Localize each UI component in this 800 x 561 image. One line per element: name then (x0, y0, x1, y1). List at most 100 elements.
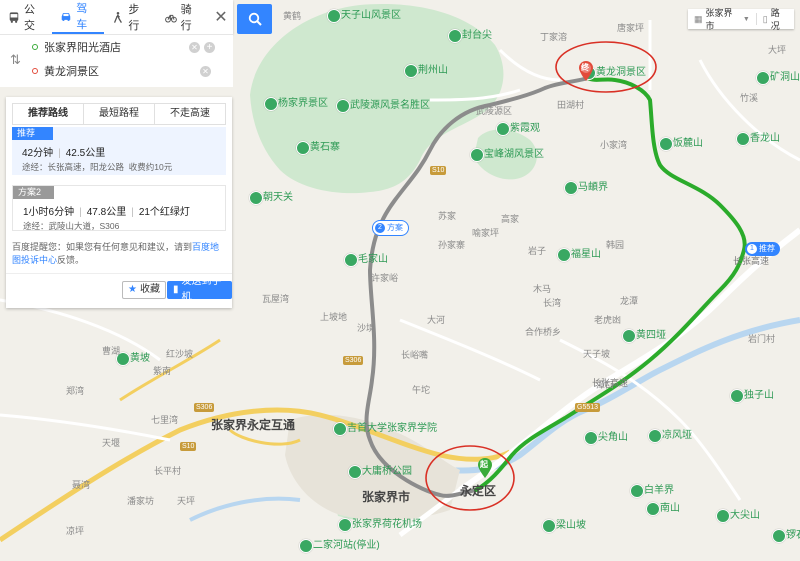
plan-2-card[interactable]: 方案2 1小时6分钟 | 47.8公里 | 21个红绿灯 途经：武陵山大道，S306 (12, 185, 226, 231)
poi-label[interactable]: 黄坡 (130, 353, 150, 364)
end-marker-icon[interactable]: 终 (578, 60, 594, 82)
poi-label[interactable]: 荆州山 (418, 65, 448, 76)
favorite-button[interactable]: ★ 收藏 (122, 281, 166, 299)
start-marker-icon[interactable]: 起 (477, 457, 493, 479)
poi-pin-icon[interactable] (730, 389, 744, 403)
poi-pin-icon[interactable] (557, 248, 571, 262)
poi-label[interactable]: 黄石寨 (310, 142, 340, 153)
poi-label[interactable]: 封台尖 (462, 30, 492, 41)
poi-pin-icon[interactable] (622, 329, 636, 343)
mode-bus[interactable]: 公交 (0, 0, 52, 34)
poi-label[interactable]: 毛家山 (358, 254, 388, 265)
poi-label[interactable]: 朝天关 (263, 192, 293, 203)
place-label: 武陵源区 (476, 106, 513, 116)
poi-label[interactable]: 饭麓山 (673, 138, 703, 149)
poi-pin-icon[interactable] (736, 132, 750, 146)
mode-walk[interactable]: 步行 (104, 0, 156, 34)
place-label: 天堰 (102, 438, 121, 448)
poi-pin-icon[interactable] (264, 97, 278, 111)
poi-label[interactable]: 矿洞山 (770, 72, 800, 83)
poi-pin-icon[interactable] (404, 64, 418, 78)
poi-pin-icon[interactable] (756, 71, 770, 85)
poi-label[interactable]: 大庸桥公园 (362, 466, 412, 477)
poi-pin-icon[interactable] (299, 539, 313, 553)
destination-field[interactable]: 黄龙洞景区 ✕ (0, 59, 215, 83)
poi-label[interactable]: 凉风垭 (662, 430, 692, 441)
poi-pin-icon[interactable] (249, 191, 263, 205)
city-selector[interactable]: ▦ 张家界市 ▼ (688, 6, 756, 32)
origin-field[interactable]: 张家界阳光酒店 ✕ + (0, 35, 215, 59)
poi-label[interactable]: 黄龙洞景区 (596, 67, 646, 78)
poi-label[interactable]: 梁山坡 (556, 520, 586, 531)
close-icon[interactable]: ✕ (209, 7, 233, 27)
poi-label[interactable]: 二家河站(停业) (313, 540, 380, 551)
poi-label[interactable]: 南山 (660, 503, 680, 514)
plan-1-card[interactable]: 推荐 42分钟 | 42.5公里 途经：长张高速，阳龙公路 收费约10元 (12, 127, 226, 175)
search-button[interactable] (237, 4, 272, 34)
poi-label[interactable]: 天子山风景区 (341, 10, 401, 21)
mode-bike[interactable]: 骑行 (157, 0, 209, 34)
poi-label[interactable]: 尖角山 (598, 432, 628, 443)
poi-label[interactable]: 福星山 (571, 249, 601, 260)
send-to-phone-button[interactable]: ▮ 发送到手机 (167, 276, 232, 303)
poi-label[interactable]: 武陵源风景名胜区 (350, 100, 430, 111)
poi-pin-icon[interactable] (336, 99, 350, 113)
poi-pin-icon[interactable] (659, 137, 673, 151)
poi-label[interactable]: 宝峰湖风景区 (484, 149, 544, 160)
poi-pin-icon[interactable] (338, 518, 352, 532)
place-label: 木马 (533, 284, 552, 294)
tab-recommended[interactable]: 推荐路线 (13, 104, 84, 124)
tab-shortest[interactable]: 最短路程 (84, 104, 155, 124)
poi-label[interactable]: 大尖山 (730, 510, 760, 521)
poi-pin-icon[interactable] (648, 429, 662, 443)
poi-pin-icon[interactable] (646, 502, 660, 516)
road-label: S306 (194, 403, 215, 412)
plan-distance: 47.8公里 (86, 207, 127, 218)
poi-label[interactable]: 白羊界 (644, 485, 674, 496)
poi-pin-icon[interactable] (772, 529, 786, 543)
poi-label[interactable]: 锣石 (786, 530, 800, 541)
poi-pin-icon[interactable] (564, 181, 578, 195)
plan-via: 途经：长张高速，阳龙公路 (22, 162, 125, 172)
add-waypoint-icon[interactable]: + (204, 41, 215, 53)
poi-label[interactable]: 吉首大学张家界学院 (347, 423, 437, 434)
poi-pin-icon[interactable] (333, 422, 347, 436)
travel-mode-bar: 公交 驾车 步行 骑行 ✕ (0, 0, 233, 34)
poi-pin-icon[interactable] (630, 484, 644, 498)
poi-pin-icon[interactable] (327, 9, 341, 23)
city-name: 张家界市 (705, 8, 733, 31)
recommended-route-badge[interactable]: 1 推荐 (745, 242, 780, 256)
poi-pin-icon[interactable] (470, 148, 484, 162)
poi-label[interactable]: 黄四垭 (636, 330, 666, 341)
poi-label[interactable]: 马頔界 (578, 182, 608, 193)
poi-label[interactable]: 香龙山 (750, 133, 780, 144)
poi-pin-icon[interactable] (448, 29, 462, 43)
destination-input[interactable]: 黄龙洞景区 (44, 63, 200, 79)
poi-label[interactable]: 独子山 (744, 390, 774, 401)
poi-pin-icon[interactable] (584, 431, 598, 445)
poi-pin-icon[interactable] (496, 122, 510, 136)
poi-pin-icon[interactable] (348, 465, 362, 479)
origin-dot-icon (32, 44, 38, 50)
poi-pin-icon[interactable] (296, 141, 310, 155)
poi-label[interactable]: 张家界荷花机场 (352, 519, 422, 530)
clear-destination-icon[interactable]: ✕ (200, 65, 211, 77)
poi-pin-icon[interactable] (344, 253, 358, 267)
place-label: 长峪嘴 (401, 350, 429, 360)
place-label: 七里湾 (151, 415, 179, 425)
place-label: 老虎凼 (594, 315, 622, 325)
poi-label[interactable]: 紫霞观 (510, 123, 540, 134)
plan-distance: 42.5公里 (65, 148, 106, 159)
place-label: 红沙坡 (166, 349, 194, 359)
alt-route-badge[interactable]: 2 方案 (372, 220, 409, 236)
poi-pin-icon[interactable] (542, 519, 556, 533)
clear-origin-icon[interactable]: ✕ (189, 41, 200, 53)
mode-car[interactable]: 驾车 (52, 0, 105, 34)
poi-pin-icon[interactable] (716, 509, 730, 523)
traffic-toggle[interactable]: ▯ 路况 (757, 6, 794, 32)
origin-input[interactable]: 张家界阳光酒店 (44, 39, 189, 55)
place-label: 田湖村 (557, 100, 585, 110)
tab-no-highway[interactable]: 不走高速 (155, 104, 225, 124)
poi-label[interactable]: 杨家界景区 (278, 98, 328, 109)
road-label: G5513 (575, 403, 601, 412)
